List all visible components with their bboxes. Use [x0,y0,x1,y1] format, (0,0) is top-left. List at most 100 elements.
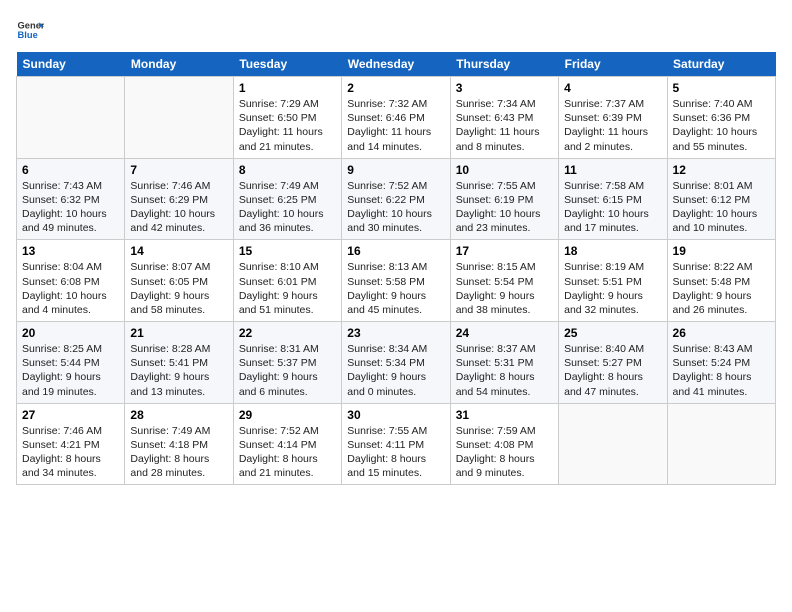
day-number: 14 [130,244,227,258]
calendar-cell: 28 Sunrise: 7:49 AM Sunset: 4:18 PM Dayli… [125,403,233,485]
day-content: Sunrise: 8:01 AM Sunset: 6:12 PM Dayligh… [673,179,770,236]
day-number: 5 [673,81,770,95]
calendar-cell: 19 Sunrise: 8:22 AM Sunset: 5:48 PM Dayli… [667,240,775,322]
day-content: Sunrise: 7:49 AM Sunset: 4:18 PM Dayligh… [130,424,227,481]
day-number: 23 [347,326,444,340]
calendar-cell: 13 Sunrise: 8:04 AM Sunset: 6:08 PM Dayli… [17,240,125,322]
weekday-header-friday: Friday [559,52,667,77]
day-content: Sunrise: 7:58 AM Sunset: 6:15 PM Dayligh… [564,179,661,236]
calendar-cell: 30Sunrise: 7:55 AM Sunset: 4:11 PM Dayli… [342,403,450,485]
day-content: Sunrise: 7:46 AM Sunset: 4:21 PM Dayligh… [22,424,119,481]
weekday-header-saturday: Saturday [667,52,775,77]
weekday-header-monday: Monday [125,52,233,77]
day-number: 8 [239,163,336,177]
calendar-cell: 22 Sunrise: 8:31 AM Sunset: 5:37 PM Dayli… [233,322,341,404]
day-number: 24 [456,326,553,340]
day-number: 18 [564,244,661,258]
day-content: Sunrise: 8:25 AM Sunset: 5:44 PM Dayligh… [22,342,119,399]
day-number: 20 [22,326,119,340]
weekday-header-sunday: Sunday [17,52,125,77]
calendar-cell: 14 Sunrise: 8:07 AM Sunset: 6:05 PM Dayli… [125,240,233,322]
calendar-cell: 10Sunrise: 7:55 AM Sunset: 6:19 PM Dayli… [450,158,558,240]
day-content: Sunrise: 7:52 AM Sunset: 4:14 PM Dayligh… [239,424,336,481]
weekday-header-wednesday: Wednesday [342,52,450,77]
day-content: Sunrise: 8:10 AM Sunset: 6:01 PM Dayligh… [239,260,336,317]
day-content: Sunrise: 8:40 AM Sunset: 5:27 PM Dayligh… [564,342,661,399]
day-number: 4 [564,81,661,95]
calendar-cell: 6 Sunrise: 7:43 AM Sunset: 6:32 PM Daylig… [17,158,125,240]
page-header: General Blue [16,16,776,44]
day-number: 11 [564,163,661,177]
day-content: Sunrise: 7:52 AM Sunset: 6:22 PM Dayligh… [347,179,444,236]
day-number: 21 [130,326,227,340]
day-number: 2 [347,81,444,95]
day-number: 1 [239,81,336,95]
day-content: Sunrise: 7:46 AM Sunset: 6:29 PM Dayligh… [130,179,227,236]
day-content: Sunrise: 8:34 AM Sunset: 5:34 PM Dayligh… [347,342,444,399]
logo-icon: General Blue [16,16,44,44]
day-content: Sunrise: 8:28 AM Sunset: 5:41 PM Dayligh… [130,342,227,399]
day-number: 25 [564,326,661,340]
day-number: 22 [239,326,336,340]
day-content: Sunrise: 7:37 AM Sunset: 6:39 PM Dayligh… [564,97,661,154]
calendar-week-1: 1 Sunrise: 7:29 AM Sunset: 6:50 PM Daylig… [17,77,776,159]
day-number: 9 [347,163,444,177]
day-content: Sunrise: 8:15 AM Sunset: 5:54 PM Dayligh… [456,260,553,317]
calendar-cell: 18 Sunrise: 8:19 AM Sunset: 5:51 PM Dayli… [559,240,667,322]
calendar-week-2: 6 Sunrise: 7:43 AM Sunset: 6:32 PM Daylig… [17,158,776,240]
calendar-cell: 25 Sunrise: 8:40 AM Sunset: 5:27 PM Dayli… [559,322,667,404]
calendar-cell: 20 Sunrise: 8:25 AM Sunset: 5:44 PM Dayli… [17,322,125,404]
day-number: 17 [456,244,553,258]
day-content: Sunrise: 7:59 AM Sunset: 4:08 PM Dayligh… [456,424,553,481]
day-content: Sunrise: 8:13 AM Sunset: 5:58 PM Dayligh… [347,260,444,317]
calendar-cell: 5 Sunrise: 7:40 AM Sunset: 6:36 PM Daylig… [667,77,775,159]
day-number: 6 [22,163,119,177]
day-content: Sunrise: 7:43 AM Sunset: 6:32 PM Dayligh… [22,179,119,236]
day-content: Sunrise: 7:49 AM Sunset: 6:25 PM Dayligh… [239,179,336,236]
day-content: Sunrise: 7:55 AM Sunset: 6:19 PM Dayligh… [456,179,553,236]
day-number: 28 [130,408,227,422]
calendar-cell: 11 Sunrise: 7:58 AM Sunset: 6:15 PM Dayli… [559,158,667,240]
day-content: Sunrise: 8:31 AM Sunset: 5:37 PM Dayligh… [239,342,336,399]
day-number: 27 [22,408,119,422]
calendar-cell: 8 Sunrise: 7:49 AM Sunset: 6:25 PM Daylig… [233,158,341,240]
day-content: Sunrise: 8:43 AM Sunset: 5:24 PM Dayligh… [673,342,770,399]
day-content: Sunrise: 8:22 AM Sunset: 5:48 PM Dayligh… [673,260,770,317]
calendar-cell: 1 Sunrise: 7:29 AM Sunset: 6:50 PM Daylig… [233,77,341,159]
calendar-cell [559,403,667,485]
calendar-table: SundayMondayTuesdayWednesdayThursdayFrid… [16,52,776,485]
calendar-week-5: 27 Sunrise: 7:46 AM Sunset: 4:21 PM Dayli… [17,403,776,485]
day-number: 16 [347,244,444,258]
day-content: Sunrise: 8:04 AM Sunset: 6:08 PM Dayligh… [22,260,119,317]
day-number: 15 [239,244,336,258]
day-number: 29 [239,408,336,422]
calendar-cell: 4 Sunrise: 7:37 AM Sunset: 6:39 PM Daylig… [559,77,667,159]
day-content: Sunrise: 8:07 AM Sunset: 6:05 PM Dayligh… [130,260,227,317]
calendar-cell: 17 Sunrise: 8:15 AM Sunset: 5:54 PM Dayli… [450,240,558,322]
calendar-cell: 3Sunrise: 7:34 AM Sunset: 6:43 PM Daylig… [450,77,558,159]
calendar-cell: 26Sunrise: 8:43 AM Sunset: 5:24 PM Dayli… [667,322,775,404]
day-content: Sunrise: 8:19 AM Sunset: 5:51 PM Dayligh… [564,260,661,317]
calendar-week-4: 20 Sunrise: 8:25 AM Sunset: 5:44 PM Dayli… [17,322,776,404]
day-content: Sunrise: 7:40 AM Sunset: 6:36 PM Dayligh… [673,97,770,154]
day-content: Sunrise: 7:29 AM Sunset: 6:50 PM Dayligh… [239,97,336,154]
calendar-cell: 16 Sunrise: 8:13 AM Sunset: 5:58 PM Dayli… [342,240,450,322]
calendar-cell: 9 Sunrise: 7:52 AM Sunset: 6:22 PM Daylig… [342,158,450,240]
calendar-cell: 23 Sunrise: 8:34 AM Sunset: 5:34 PM Dayli… [342,322,450,404]
day-number: 12 [673,163,770,177]
calendar-cell: 7 Sunrise: 7:46 AM Sunset: 6:29 PM Daylig… [125,158,233,240]
weekday-header-tuesday: Tuesday [233,52,341,77]
day-number: 31 [456,408,553,422]
calendar-cell: 31 Sunrise: 7:59 AM Sunset: 4:08 PM Dayli… [450,403,558,485]
day-content: Sunrise: 7:55 AM Sunset: 4:11 PM Dayligh… [347,424,444,481]
calendar-cell [125,77,233,159]
calendar-cell: 12 Sunrise: 8:01 AM Sunset: 6:12 PM Dayli… [667,158,775,240]
day-number: 13 [22,244,119,258]
calendar-cell: 29 Sunrise: 7:52 AM Sunset: 4:14 PM Dayli… [233,403,341,485]
day-number: 19 [673,244,770,258]
calendar-week-3: 13 Sunrise: 8:04 AM Sunset: 6:08 PM Dayli… [17,240,776,322]
day-number: 7 [130,163,227,177]
day-content: Sunrise: 7:34 AM Sunset: 6:43 PM Dayligh… [456,97,553,154]
weekday-header-thursday: Thursday [450,52,558,77]
logo: General Blue [16,16,44,44]
